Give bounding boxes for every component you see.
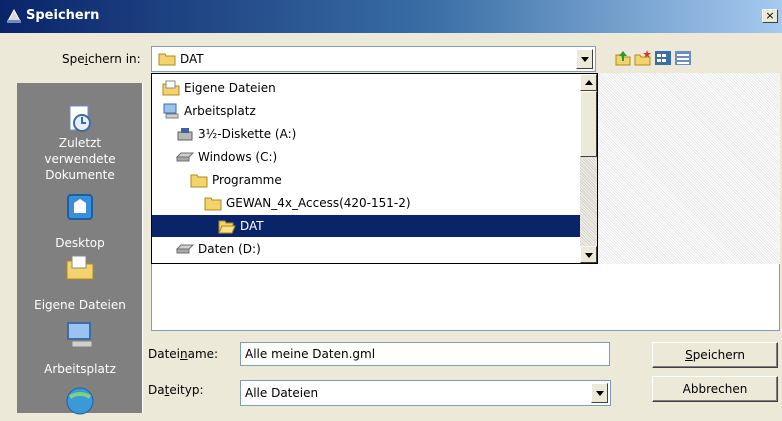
window-title: Speichern <box>26 8 100 23</box>
places-item-my-documents[interactable]: Eigene Dateien <box>17 297 143 313</box>
filetype-label: Dateityp: <box>148 383 204 397</box>
folder-icon <box>158 53 176 66</box>
recent-documents-icon <box>69 105 91 132</box>
scroll-track[interactable] <box>580 157 597 246</box>
desktop-icon <box>67 194 93 220</box>
dropdown-item-daten-d[interactable]: Daten (D:) <box>176 238 261 260</box>
filename-input[interactable]: Alle meine Daten.gml <box>240 342 610 366</box>
toolbar <box>614 49 704 69</box>
scroll-thumb[interactable] <box>580 91 597 157</box>
dropdown-item-my-documents[interactable]: Eigene Dateien <box>162 77 276 99</box>
filename-label: Dateiname: <box>148 347 219 361</box>
save-in-label: Speichern in: <box>62 52 141 66</box>
file-list-background <box>598 73 780 264</box>
title-bar: Speichern × <box>0 0 782 33</box>
scroll-down-button[interactable] <box>580 246 597 263</box>
dropdown-item-my-computer[interactable]: Arbeitsplatz <box>162 100 256 122</box>
save-in-combobox[interactable]: DAT <box>151 46 596 72</box>
cancel-button[interactable]: Abbrechen <box>652 376 778 402</box>
save-button[interactable]: Speichern <box>652 342 778 368</box>
dropdown-item-windows-c[interactable]: Windows (C:) <box>176 146 277 168</box>
hard-drive-icon <box>176 244 194 253</box>
scroll-up-button[interactable] <box>580 74 597 91</box>
view-menu-icon[interactable] <box>654 49 672 67</box>
floppy-drive-icon <box>177 127 193 140</box>
dropdown-item-dat[interactable]: DAT <box>152 215 580 237</box>
save-in-value: DAT <box>180 52 204 66</box>
filetype-select[interactable]: Alle Dateien <box>240 380 611 406</box>
places-item-desktop[interactable]: Desktop <box>17 235 143 251</box>
filename-value: Alle meine Daten.gml <box>245 347 376 361</box>
places-item-my-computer[interactable]: Arbeitsplatz <box>17 361 143 377</box>
view-list-icon[interactable] <box>674 49 692 67</box>
network-places-icon[interactable] <box>64 383 96 415</box>
new-folder-icon[interactable] <box>634 49 652 67</box>
dropdown-item-gewan[interactable]: GEWAN_4x_Access(420-151-2) <box>204 192 411 214</box>
folder-icon <box>204 197 222 210</box>
my-computer-icon <box>163 103 179 118</box>
places-bar: Zuletzt verwendete Dokumente Desktop Eig… <box>17 83 143 415</box>
up-one-level-icon[interactable] <box>614 49 632 67</box>
filetype-value: Alle Dateien <box>245 386 319 400</box>
filetype-dropdown-button[interactable] <box>591 383 608 403</box>
my-computer-icon <box>67 322 93 348</box>
folder-icon <box>190 174 208 187</box>
dropdown-scrollbar[interactable] <box>580 74 597 263</box>
save-in-dropdown-list[interactable]: Eigene Dateien Arbeitsplatz 3½-Diskette … <box>151 73 598 264</box>
dropdown-item-floppy[interactable]: 3½-Diskette (A:) <box>176 123 296 145</box>
places-item-recent[interactable]: Zuletzt verwendete Dokumente <box>17 135 143 183</box>
my-documents-icon <box>66 255 94 280</box>
save-in-dropdown-button[interactable] <box>576 49 593 69</box>
close-button[interactable]: × <box>762 9 778 23</box>
hard-drive-icon <box>176 152 194 161</box>
my-documents-icon <box>162 80 180 95</box>
save-dialog-icon <box>7 8 21 23</box>
open-folder-icon <box>218 220 236 233</box>
dropdown-item-programme[interactable]: Programme <box>190 169 282 191</box>
